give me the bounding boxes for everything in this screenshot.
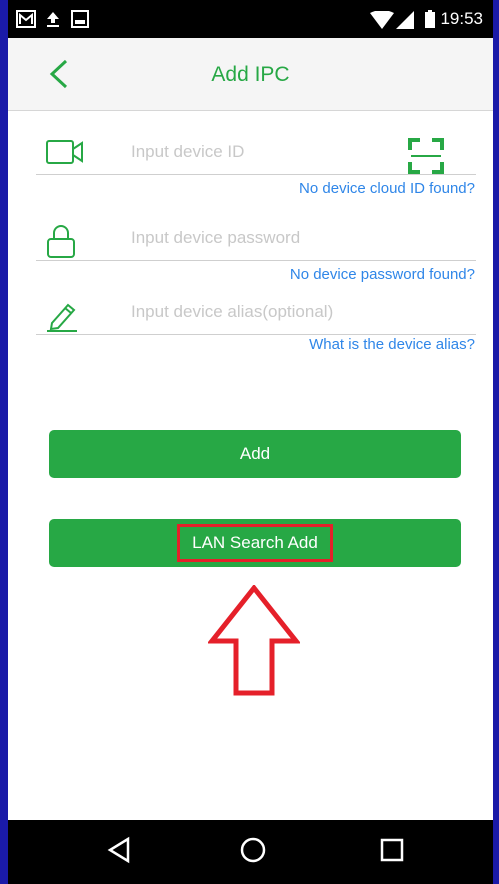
image-icon bbox=[71, 10, 89, 28]
lan-search-add-button[interactable]: LAN Search Add bbox=[49, 519, 461, 567]
up-arrow-icon bbox=[208, 585, 300, 696]
app-header: Add IPC bbox=[8, 38, 493, 111]
recents-square-icon[interactable] bbox=[379, 836, 405, 864]
device-id-underline bbox=[36, 174, 476, 175]
alias-row bbox=[36, 296, 476, 336]
no-device-cloud-id-link[interactable]: No device cloud ID found? bbox=[299, 180, 475, 197]
android-nav-bar bbox=[8, 820, 493, 884]
alias-input[interactable] bbox=[131, 302, 391, 322]
add-button[interactable]: Add bbox=[49, 430, 461, 478]
no-device-password-link[interactable]: No device password found? bbox=[290, 266, 475, 283]
pencil-icon bbox=[47, 303, 77, 332]
back-triangle-icon[interactable] bbox=[106, 836, 132, 864]
status-bar: 19:53 bbox=[8, 0, 493, 38]
alias-underline bbox=[36, 334, 476, 335]
camera-icon bbox=[46, 140, 83, 164]
password-input[interactable] bbox=[131, 228, 391, 248]
wifi-icon bbox=[370, 11, 394, 29]
gmail-icon bbox=[16, 10, 36, 28]
upload-icon bbox=[47, 12, 59, 27]
lan-search-add-label: LAN Search Add bbox=[177, 524, 333, 562]
password-underline bbox=[36, 260, 476, 261]
device-id-input[interactable] bbox=[131, 142, 391, 162]
battery-icon bbox=[425, 10, 435, 28]
lock-icon bbox=[47, 225, 75, 258]
qr-scan-icon[interactable] bbox=[408, 138, 444, 174]
what-is-device-alias-link[interactable]: What is the device alias? bbox=[309, 336, 475, 353]
password-row bbox=[36, 222, 476, 262]
signal-icon bbox=[396, 11, 414, 29]
phone-screen: 19:53 Add IPC No device cloud ID found? … bbox=[8, 0, 493, 884]
page-title: Add IPC bbox=[211, 63, 290, 86]
status-time: 19:53 bbox=[440, 9, 483, 28]
home-circle-icon[interactable] bbox=[239, 836, 267, 864]
